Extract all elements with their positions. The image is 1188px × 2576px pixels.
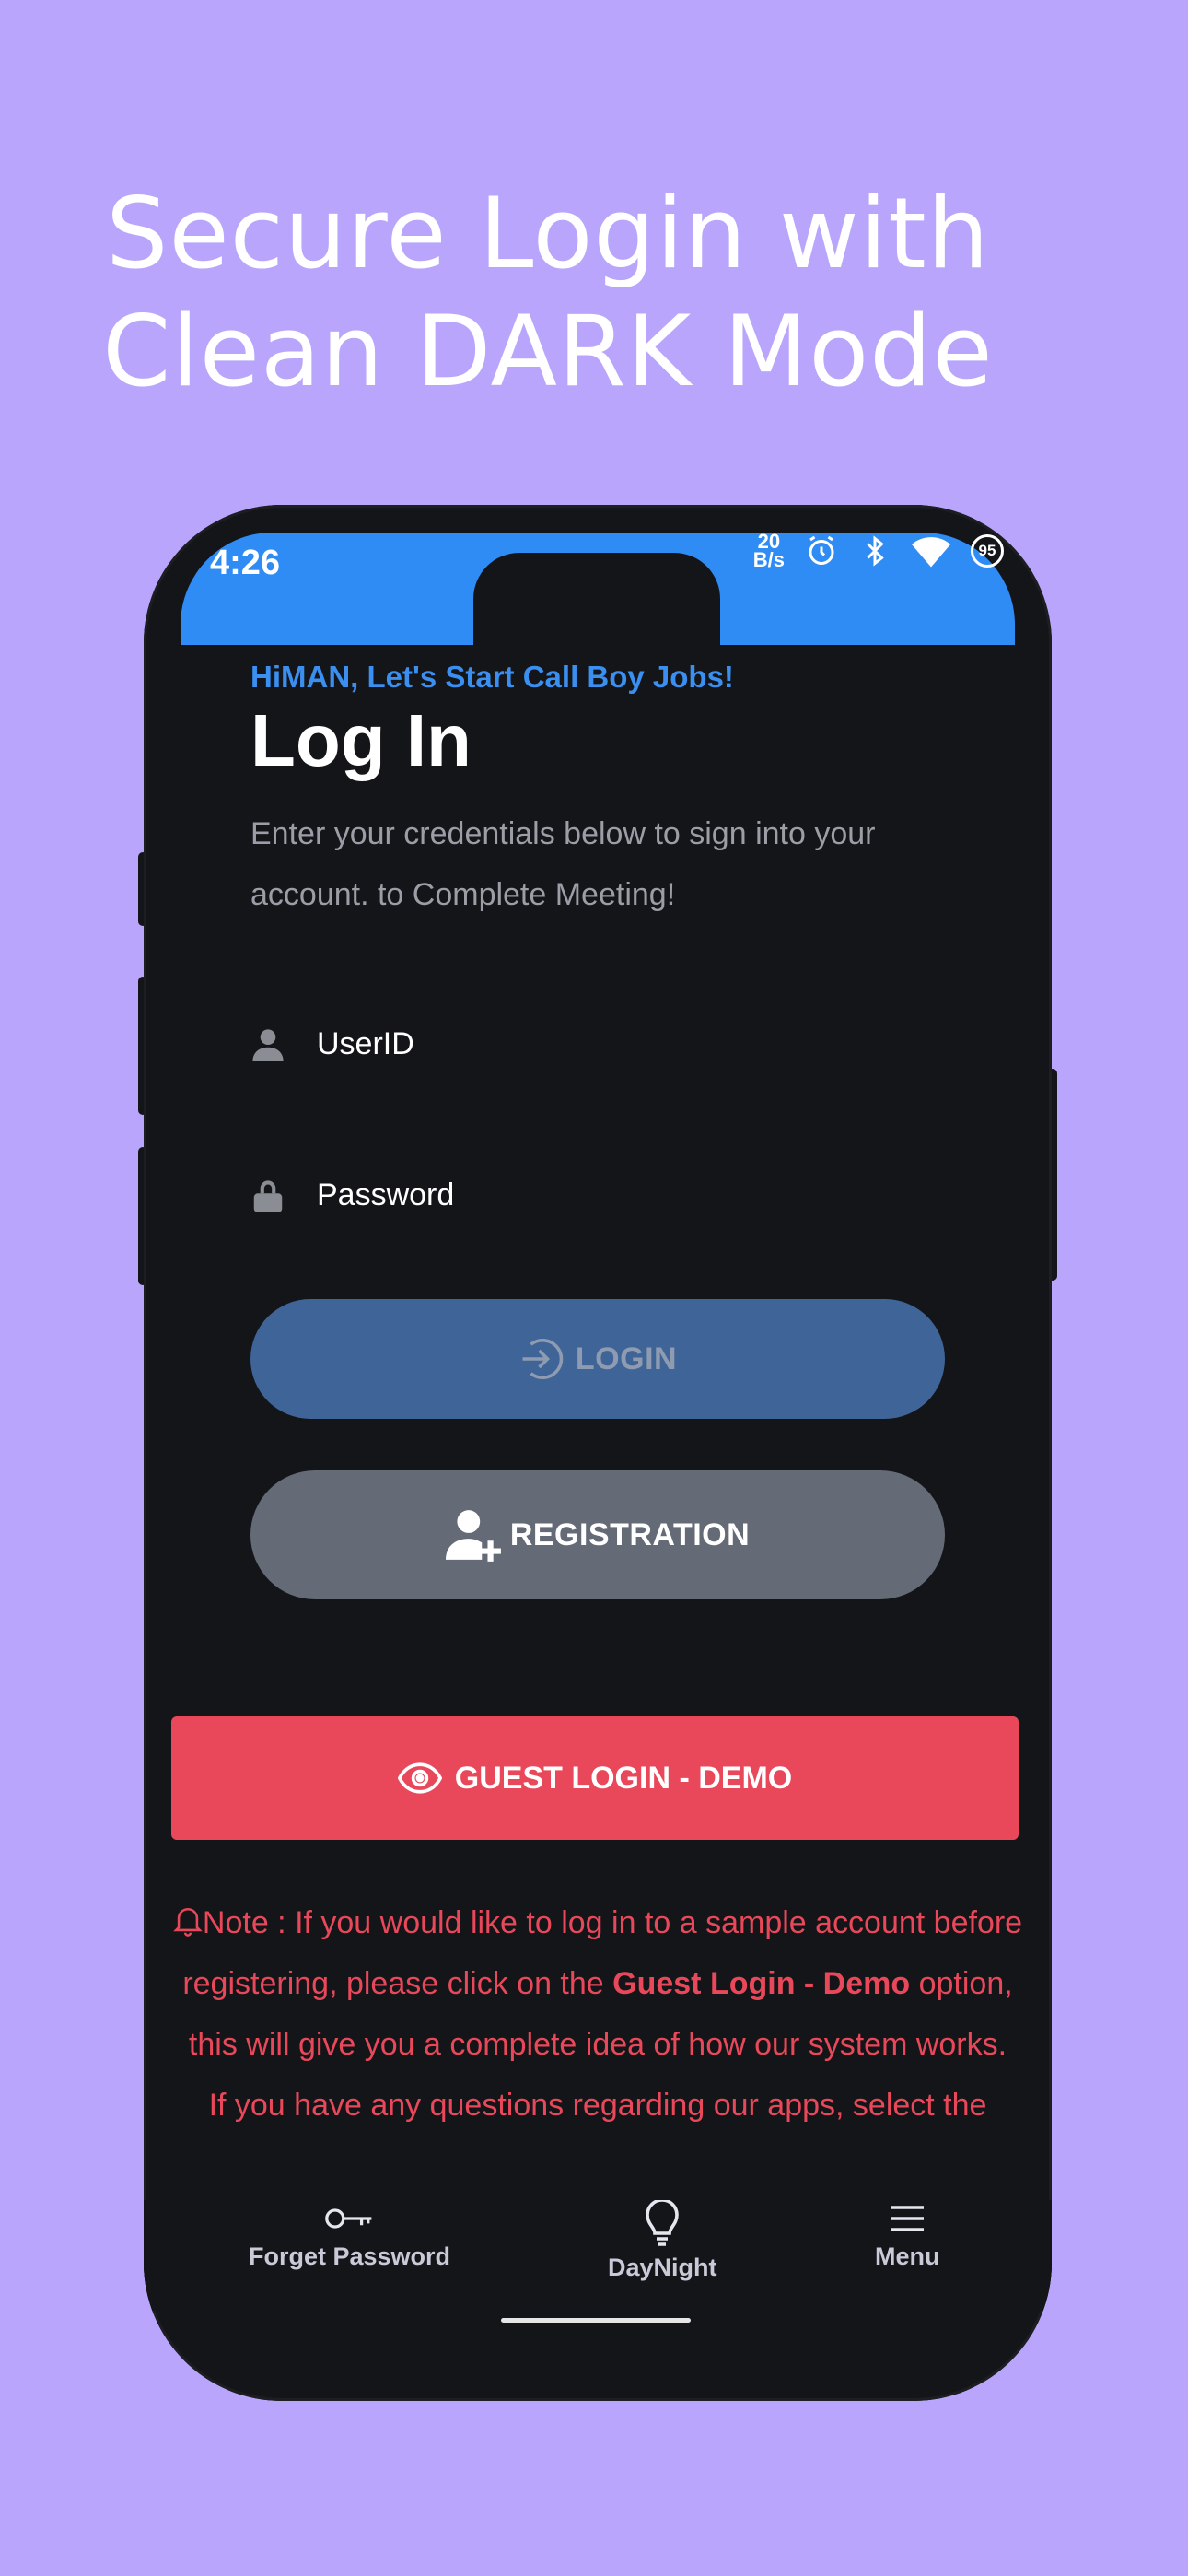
home-indicator[interactable] [501, 2318, 691, 2323]
nav-menu[interactable]: Menu [875, 2200, 940, 2271]
nav-daynight-label: DayNight [608, 2254, 717, 2281]
guest-note: Note : If you would like to log in to a … [160, 1892, 1035, 2136]
nav-daynight[interactable]: DayNight [608, 2200, 717, 2282]
bell-icon [173, 1907, 203, 1937]
promo-headline: Secure Login with Clean DARK Mode [0, 175, 1096, 411]
nav-menu-label: Menu [875, 2242, 940, 2270]
note-bold: Guest Login - Demo [612, 1966, 911, 2001]
headline-line-2: Clean DARK Mode [102, 295, 994, 408]
phone-frame: 4:26 20 B/s 95 HiMAN, Let's Start Call B… [144, 505, 1052, 2401]
headline-line-1: Secure Login with [106, 177, 990, 290]
bottom-nav: Forget Password DayNight Menu [144, 2200, 1052, 2311]
hamburger-icon [891, 2206, 925, 2231]
note-area: Note : If you would like to log in to a … [144, 505, 1052, 2163]
lightbulb-icon [646, 2200, 680, 2246]
nav-forget-password[interactable]: Forget Password [249, 2200, 450, 2271]
key-icon [324, 2208, 371, 2229]
nav-forget-label: Forget Password [249, 2242, 451, 2270]
note-line-2: If you have any questions regarding our … [208, 2088, 987, 2123]
